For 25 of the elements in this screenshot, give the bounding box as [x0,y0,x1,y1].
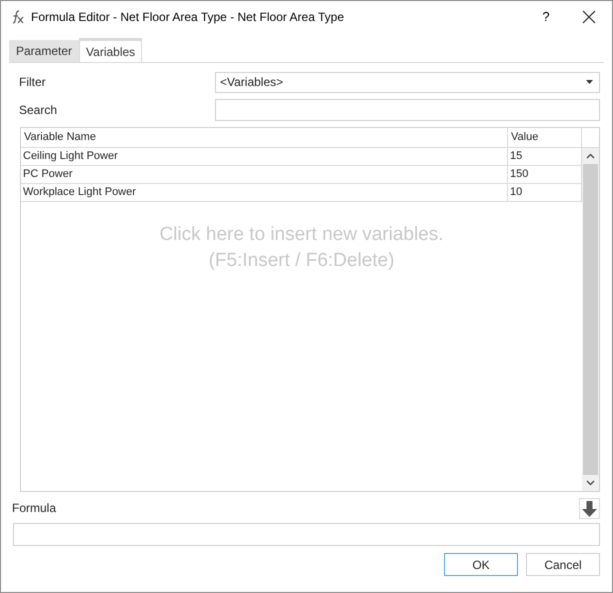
table-cell: Ceiling Light Power [21,148,508,165]
search-field[interactable] [215,99,600,121]
formula-label: Formula [12,500,58,517]
column-header[interactable]: Value [508,128,582,147]
table-cell: PC Power [21,166,508,183]
dialog-button[interactable]: Cancel [526,553,600,576]
table-cell-text: 10 [509,185,524,200]
scrollbar[interactable] [582,148,599,491]
dialog-button[interactable]: OK [444,553,518,576]
column-header[interactable]: Variable Name [21,128,508,147]
tab[interactable]: Parameter [9,40,80,62]
scrollbar-thumb[interactable] [583,164,598,475]
table-cell-text: 150 [509,167,530,182]
formula-field[interactable] [13,523,600,546]
caret-icon [586,80,593,84]
filter-label: Filter [19,74,47,91]
help-button[interactable]: ? [526,3,566,31]
tab[interactable]: Variables [79,38,142,62]
filter-dropdown[interactable]: <Variables> [215,72,600,92]
table-cell: Workplace Light Power [21,184,508,201]
table-cell-text: 15 [509,149,524,164]
window-title: Formula Editor - Net Floor Area Type - Net Floor Area Type [31,9,344,26]
insert-button[interactable] [579,498,600,519]
search-label: Search [19,102,58,119]
down-arrow-icon [582,500,597,516]
